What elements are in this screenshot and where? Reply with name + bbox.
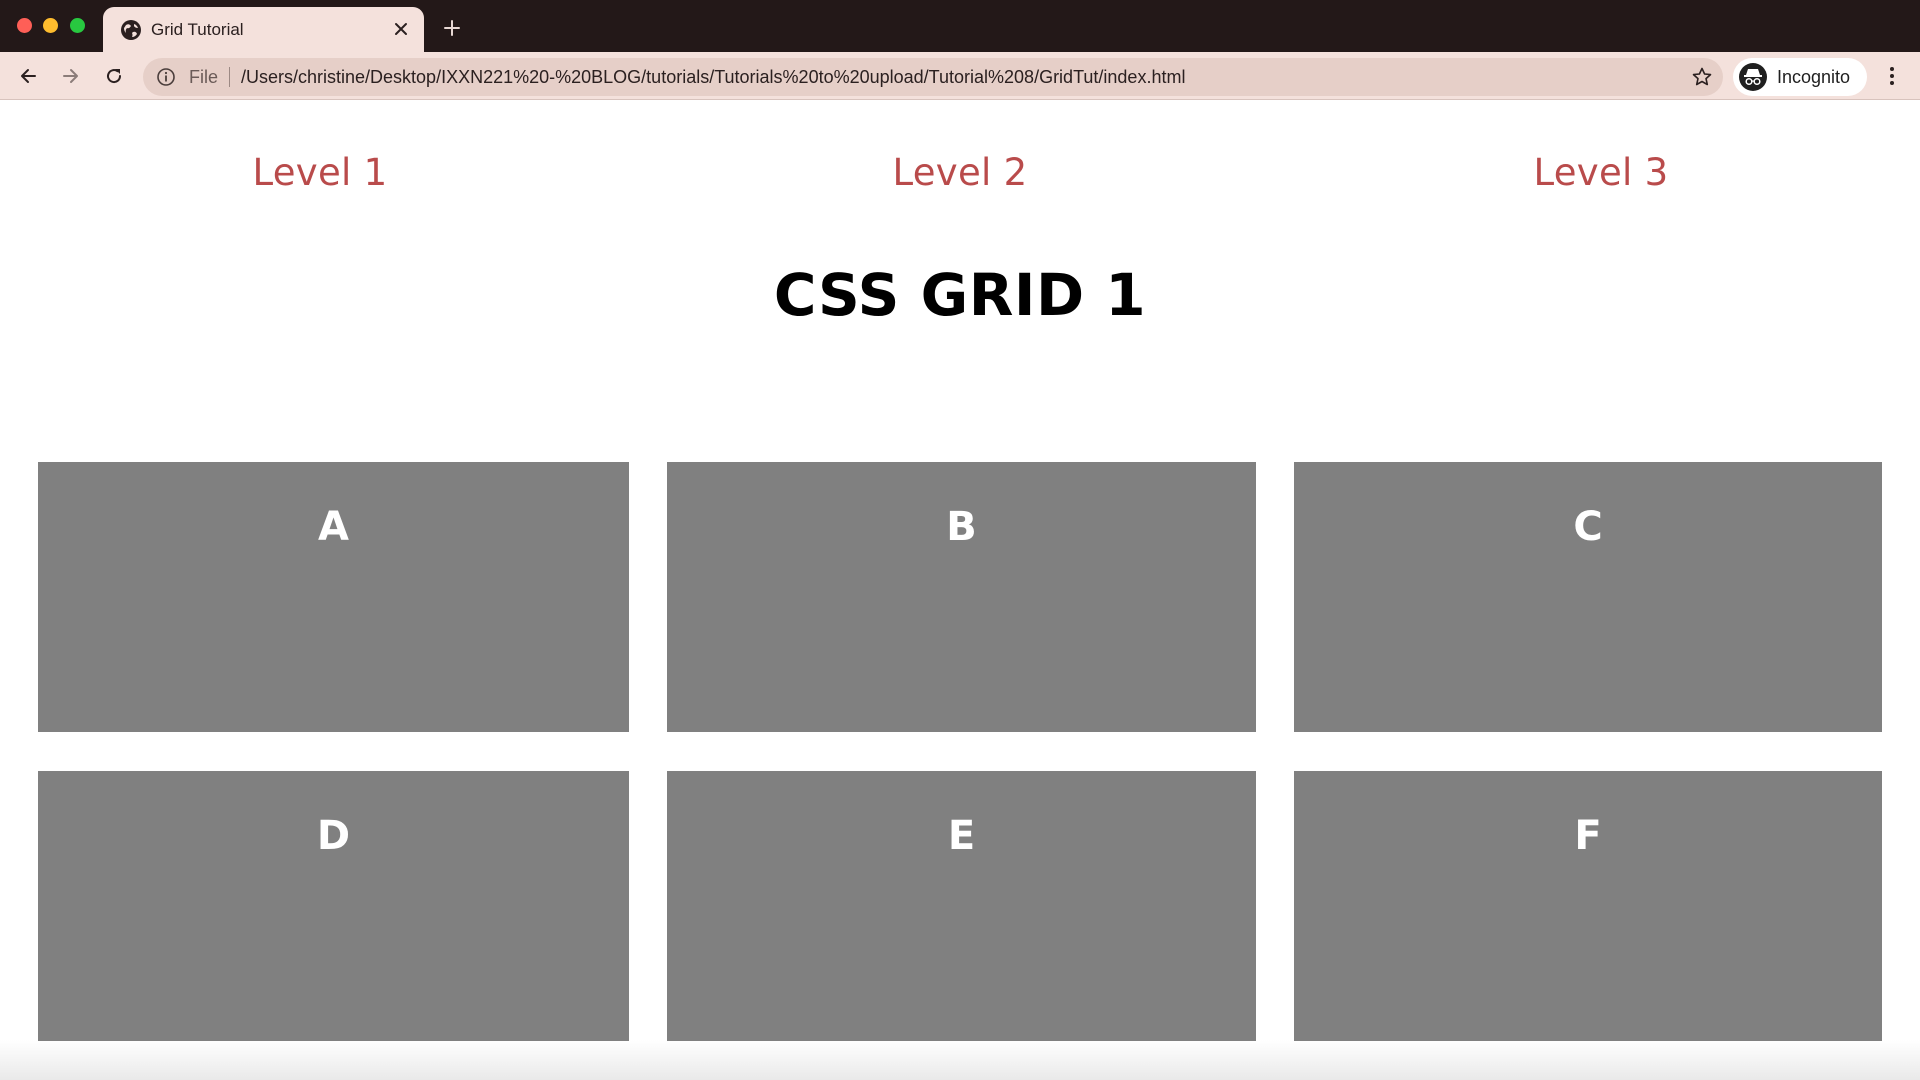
forward-arrow-icon[interactable] <box>57 62 85 90</box>
back-arrow-icon[interactable] <box>14 62 42 90</box>
grid-item-a: A <box>38 462 629 732</box>
incognito-icon <box>1739 63 1767 91</box>
info-icon[interactable] <box>156 67 176 87</box>
address-separator <box>229 67 230 87</box>
page-title: CSS GRID 1 <box>773 261 1147 329</box>
css-grid: A B C D E F <box>38 462 1882 1043</box>
grid-item-b: B <box>667 462 1256 732</box>
bottom-shadow <box>0 1040 1920 1080</box>
window-titlebar: Grid Tutorial <box>0 0 1920 52</box>
url-text[interactable]: /Users/christine/Desktop/IXXN221%20-%20B… <box>241 67 1185 88</box>
plus-icon[interactable] <box>438 14 466 42</box>
page-viewport: Level 1 Level 2 Level 3 CSS GRID 1 A B C… <box>0 101 1920 1080</box>
tab-title: Grid Tutorial <box>151 20 244 39</box>
url-scheme-label: File <box>189 67 219 87</box>
grid-item-c: C <box>1294 462 1882 732</box>
star-icon[interactable] <box>1691 66 1713 88</box>
grid-item-d: D <box>38 771 629 1041</box>
close-icon[interactable] <box>388 16 414 42</box>
browser-tab[interactable]: Grid Tutorial <box>103 7 424 52</box>
more-vert-icon[interactable] <box>1880 62 1904 90</box>
nav-link-level-1[interactable]: Level 1 <box>170 151 470 194</box>
incognito-label: Incognito <box>1777 67 1851 87</box>
grid-item-f: F <box>1294 771 1882 1041</box>
browser-toolbar: File /Users/christine/Desktop/IXXN221%20… <box>0 52 1920 100</box>
nav-link-level-2[interactable]: Level 2 <box>810 151 1110 194</box>
zoom-window-button[interactable] <box>70 18 85 33</box>
address-bar[interactable]: File /Users/christine/Desktop/IXXN221%20… <box>143 58 1723 96</box>
incognito-profile-button[interactable]: Incognito <box>1733 58 1867 96</box>
reload-icon[interactable] <box>100 62 128 90</box>
globe-icon <box>120 19 142 41</box>
nav-link-level-3[interactable]: Level 3 <box>1451 151 1751 194</box>
close-window-button[interactable] <box>17 18 32 33</box>
level-nav: Level 1 Level 2 Level 3 <box>0 151 1920 201</box>
grid-item-e: E <box>667 771 1256 1041</box>
minimize-window-button[interactable] <box>43 18 58 33</box>
